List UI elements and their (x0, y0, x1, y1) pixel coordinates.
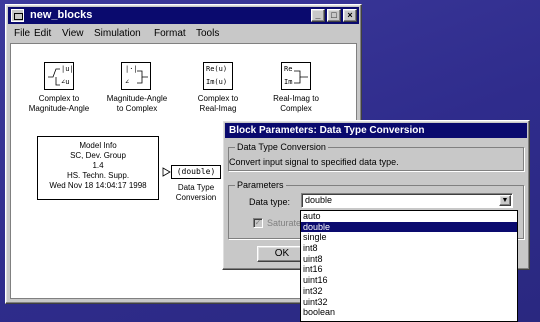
parameters-group-title: Parameters (235, 180, 286, 190)
block-port-label: |u| (61, 65, 74, 73)
saturate-checkbox[interactable]: ✓ (253, 218, 263, 228)
real-imag-to-complex-block[interactable]: Re Im (281, 62, 311, 90)
close-icon[interactable]: × (343, 9, 357, 22)
block-port-label: Re(u) (206, 65, 228, 73)
dropdown-option-auto[interactable]: auto (301, 211, 517, 222)
data-type-label: Data type: (249, 197, 291, 207)
dropdown-option-uint8[interactable]: uint8 (301, 254, 517, 265)
complex-to-real-imag-block[interactable]: Re(u) Im(u) (203, 62, 233, 90)
data-type-value: double (305, 195, 333, 205)
minimize-icon[interactable]: _ (311, 9, 325, 22)
block-port-label: Im(u) (206, 78, 228, 86)
model-window-titlebar[interactable]: new_blocks _ □ × (8, 7, 359, 24)
saturate-checkbox-label: Saturate (267, 218, 302, 228)
dropdown-option-int8[interactable]: int8 (301, 243, 517, 254)
data-type-conversion-block[interactable]: (double) (171, 165, 221, 179)
data-type-select[interactable]: double ▼ (301, 193, 513, 208)
menu-tools[interactable]: Tools (196, 26, 219, 42)
description-text: Convert input signal to specified data t… (229, 157, 399, 167)
block-label: Magnitude-Angle to Complex (106, 94, 168, 113)
block-port-label: Re (284, 65, 293, 73)
menu-view[interactable]: View (62, 26, 84, 42)
block-port-label: Im (284, 78, 293, 86)
dropdown-option-boolean[interactable]: boolean (301, 307, 517, 318)
maximize-icon[interactable]: □ (327, 9, 341, 22)
block-label: Complex to Magnitude-Angle (28, 94, 90, 113)
block-label: Real-Imag to Complex (273, 94, 319, 113)
chevron-down-icon[interactable]: ▼ (499, 195, 511, 206)
block-port-label: |·| (125, 65, 138, 73)
menu-format[interactable]: Format (154, 26, 186, 42)
dropdown-option-single[interactable]: single (301, 232, 517, 243)
magnitude-angle-to-complex-block[interactable]: |·| ∠ (121, 62, 151, 90)
input-port-arrow-icon (162, 167, 171, 177)
dropdown-option-int32[interactable]: int32 (301, 286, 517, 297)
dropdown-option-uint32[interactable]: uint32 (301, 297, 517, 308)
block-label: Complex to Real-Imag (197, 94, 239, 113)
block-port-label: ∠ (125, 78, 130, 86)
simulink-app-icon (11, 9, 24, 22)
complex-to-magnitude-angle-block[interactable]: |u| ∠u (44, 62, 74, 90)
dropdown-option-int16[interactable]: int16 (301, 264, 517, 275)
dialog-titlebar[interactable]: Block Parameters: Data Type Conversion (225, 123, 527, 138)
dropdown-option-double[interactable]: double (301, 221, 517, 233)
menu-simulation[interactable]: Simulation (94, 26, 141, 42)
menu-edit[interactable]: Edit (34, 26, 51, 42)
dropdown-option-uint16[interactable]: uint16 (301, 275, 517, 286)
model-window-title: new_blocks (30, 9, 93, 21)
menu-bar: File Edit View Simulation Format Tools (8, 26, 359, 42)
model-info-block[interactable]: Model Info SC, Dev. Group 1.4 HS. Techn.… (37, 136, 159, 200)
menu-file[interactable]: File (14, 26, 30, 42)
block-port-label: ∠u (61, 78, 70, 86)
data-type-dropdown-list[interactable]: auto double single int8 uint8 int16 uint… (300, 210, 518, 322)
description-group-title: Data Type Conversion (235, 142, 328, 152)
block-label: Data Type Conversion (175, 183, 217, 202)
